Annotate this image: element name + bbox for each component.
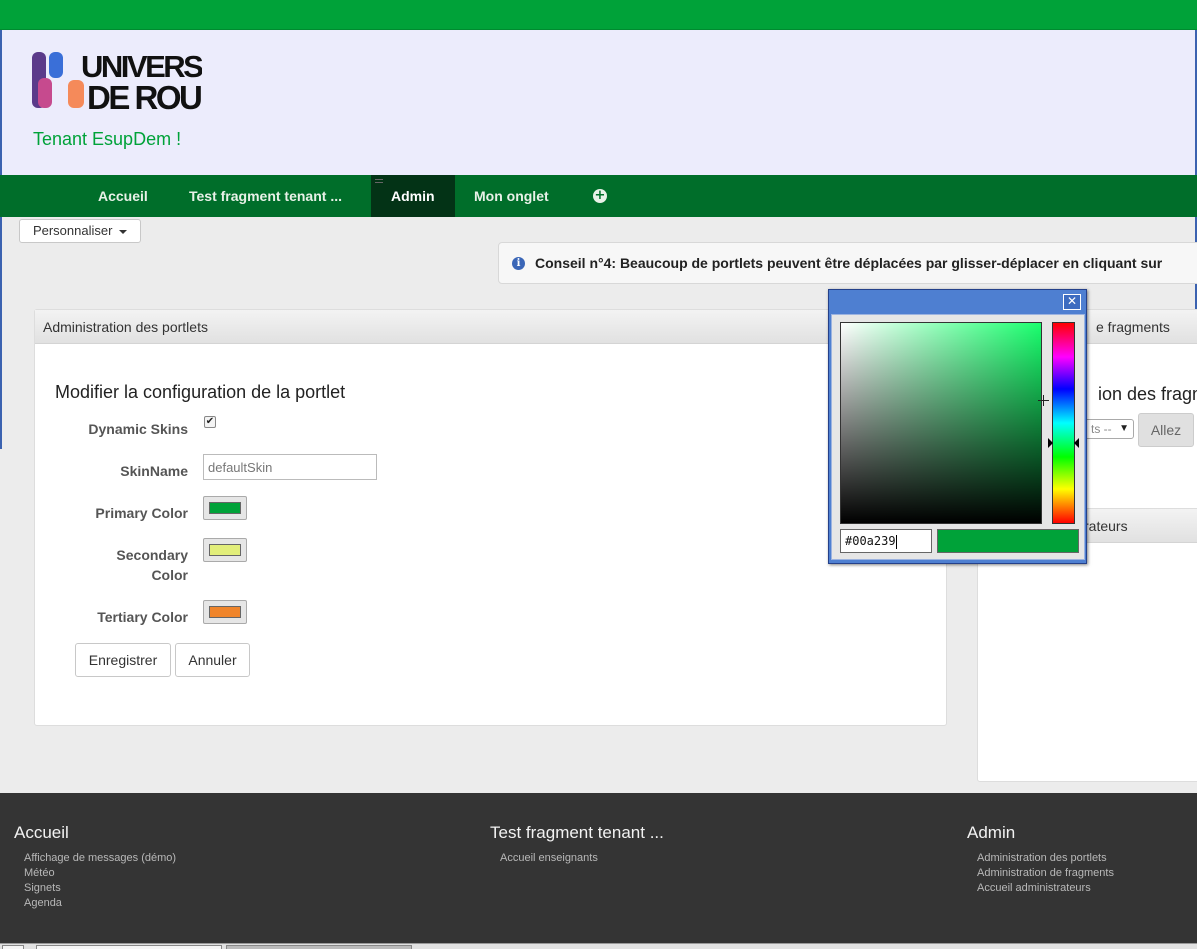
nav-tab-admin[interactable]: Admin bbox=[371, 175, 455, 217]
tip-text: Conseil n°4: Beaucoup de portlets peuven… bbox=[535, 255, 1163, 271]
text-caret bbox=[895, 534, 897, 549]
skin-name-label: SkinName bbox=[120, 463, 188, 479]
footer-col-admin: Admin Administration des portlets Admini… bbox=[967, 823, 1114, 896]
frame-border-left bbox=[0, 217, 2, 449]
save-button[interactable]: Enregistrer bbox=[75, 643, 171, 677]
dynamic-skins-label: Dynamic Skins bbox=[88, 421, 188, 437]
primary-color-label: Primary Color bbox=[95, 505, 188, 521]
dynamic-skins-checkbox[interactable]: ✔ bbox=[204, 416, 216, 428]
color-picker-dialog: ✕ #00a239 bbox=[828, 289, 1087, 564]
color-picker-body: #00a239 bbox=[831, 314, 1085, 560]
portlet-admin-panel: Administration des portlets Modifier la … bbox=[34, 309, 947, 726]
secondary-label-line1: Secondary bbox=[116, 547, 188, 563]
add-tab-icon[interactable]: + bbox=[593, 189, 607, 203]
logo-mark-icon: UNIVERSITÉ DE ROUEN bbox=[32, 49, 246, 116]
footer-link[interactable]: Accueil administrateurs bbox=[967, 881, 1114, 896]
taskbar-window-tab-active[interactable] bbox=[226, 945, 412, 949]
tip-banner: i Conseil n°4: Beaucoup de portlets peuv… bbox=[498, 242, 1197, 284]
skin-name-input[interactable] bbox=[203, 454, 377, 480]
nav-tab-test-fragment[interactable]: Test fragment tenant ... bbox=[169, 175, 362, 217]
tertiary-color-label: Tertiary Color bbox=[97, 609, 188, 625]
select-arrow-icon: ▼ bbox=[1119, 423, 1129, 434]
primary-color-button[interactable] bbox=[203, 496, 247, 520]
footer-col-test-fragment: Test fragment tenant ... Accueil enseign… bbox=[490, 823, 664, 866]
personnaliser-button[interactable]: Personnaliser bbox=[19, 219, 141, 243]
secondary-color-button[interactable] bbox=[203, 538, 247, 562]
site-header: UNIVERSITÉ DE ROUEN Tenant EsupDem ! bbox=[0, 30, 1197, 175]
close-icon[interactable]: ✕ bbox=[1063, 294, 1081, 310]
footer-heading: Admin bbox=[967, 823, 1016, 842]
cancel-button[interactable]: Annuler bbox=[175, 643, 250, 677]
footer-link[interactable]: Agenda bbox=[14, 896, 176, 911]
secondary-color-swatch bbox=[209, 544, 241, 556]
footer-col-accueil: Accueil Affichage de messages (démo) Mét… bbox=[14, 823, 176, 911]
hue-slider[interactable] bbox=[1052, 322, 1075, 524]
taskbar bbox=[0, 943, 1197, 949]
hue-arrow-right-icon[interactable] bbox=[1074, 438, 1079, 448]
svg-text:DE ROUEN: DE ROUEN bbox=[87, 79, 202, 112]
fragments-panel-title: ion des fragme bbox=[1098, 384, 1197, 404]
hex-color-input[interactable]: #00a239 bbox=[840, 529, 932, 553]
main-nav: Accueil Test fragment tenant ... Admin M… bbox=[0, 175, 1197, 217]
nav-tab-accueil[interactable]: Accueil bbox=[78, 175, 168, 217]
top-color-bar bbox=[0, 0, 1197, 30]
crosshair-cursor-icon[interactable] bbox=[1038, 395, 1049, 406]
footer-heading: Test fragment tenant ... bbox=[490, 823, 664, 842]
university-logo[interactable]: UNIVERSITÉ DE ROUEN bbox=[32, 48, 246, 116]
personnaliser-label: Personnaliser bbox=[32, 223, 113, 238]
footer-link[interactable]: Affichage de messages (démo) bbox=[14, 851, 176, 866]
color-preview-swatch bbox=[937, 529, 1079, 553]
footer-link[interactable]: Signets bbox=[14, 881, 176, 896]
go-button[interactable]: Allez bbox=[1138, 413, 1194, 447]
tertiary-color-swatch bbox=[209, 606, 241, 618]
form-title: Modifier la configuration de la portlet bbox=[55, 382, 346, 402]
caret-down-icon bbox=[119, 229, 128, 234]
footer-link[interactable]: Administration des portlets bbox=[967, 851, 1114, 866]
tenant-title: Tenant EsupDem ! bbox=[33, 129, 182, 149]
info-icon: i bbox=[512, 257, 525, 270]
footer-heading: Accueil bbox=[14, 823, 69, 842]
drag-handle-icon[interactable] bbox=[375, 179, 383, 183]
site-footer: Accueil Affichage de messages (démo) Mét… bbox=[0, 793, 1197, 943]
nav-tab-mon-onglet[interactable]: Mon onglet bbox=[454, 175, 569, 217]
saturation-value-area[interactable] bbox=[840, 322, 1049, 524]
tertiary-color-button[interactable] bbox=[203, 600, 247, 624]
secondary-label-line2: Color bbox=[151, 567, 188, 583]
secondary-color-label: Secondary Color bbox=[68, 545, 188, 585]
portlet-header: Administration des portlets bbox=[35, 310, 946, 344]
hex-color-value: #00a239 bbox=[845, 534, 896, 548]
footer-link[interactable]: Météo bbox=[14, 866, 176, 881]
fragments-select-value: ts -- bbox=[1091, 422, 1112, 436]
primary-color-swatch bbox=[209, 502, 241, 514]
taskbar-button[interactable] bbox=[2, 945, 24, 949]
footer-link[interactable]: Accueil enseignants bbox=[490, 851, 664, 866]
taskbar-window-tab[interactable] bbox=[36, 945, 222, 949]
footer-link[interactable]: Administration de fragments bbox=[967, 866, 1114, 881]
hue-arrow-left-icon[interactable] bbox=[1048, 438, 1053, 448]
